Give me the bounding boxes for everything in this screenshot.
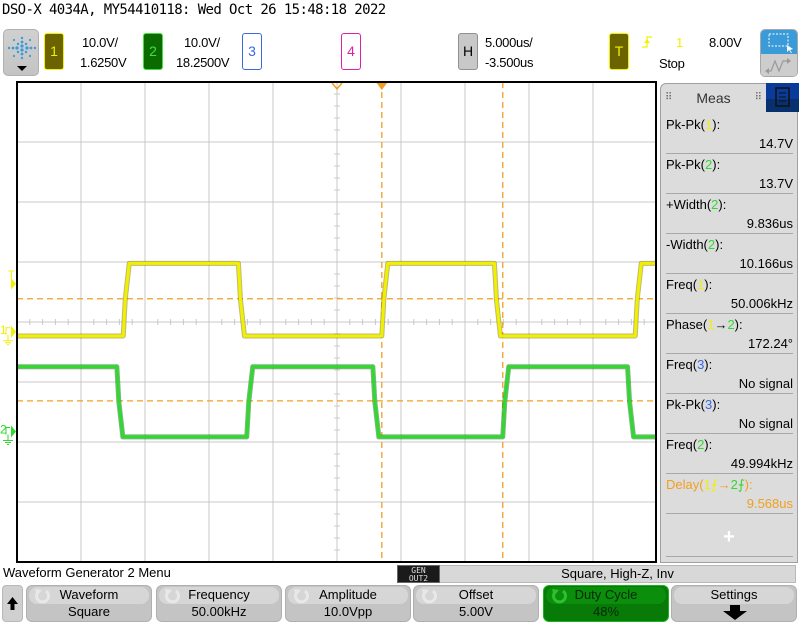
- measurement-label: Freq(3):: [666, 357, 712, 372]
- add-measurement-button[interactable]: +: [661, 526, 797, 549]
- graticule-border: [16, 81, 657, 563]
- measurement-label-suffix: ):: [734, 317, 743, 332]
- meas-tab-label: Meas: [696, 90, 731, 106]
- measurement-value: 9.568us: [746, 496, 793, 511]
- measurement-value: 9.836us: [746, 216, 793, 231]
- up-arrow-icon: [7, 597, 18, 610]
- measurement-label-suffix: ):: [712, 117, 721, 132]
- zoom-box-icon[interactable]: [761, 30, 797, 54]
- measurement-name: Freq(: [666, 277, 698, 292]
- down-arrow-icon: [723, 605, 747, 620]
- waveform-drag-icon[interactable]: [761, 54, 797, 76]
- measurements-panel: ⠿ Meas ⠿ Pk-Pk(1): 14.7V Pk-Pk(2): 13.7V +Wi…: [660, 83, 799, 563]
- softkey-waveform[interactable]: Waveform Square: [26, 585, 152, 622]
- measurement-label: Pk-Pk(2):: [666, 157, 720, 172]
- meas-tab[interactable]: ⠿ Meas ⠿: [661, 84, 766, 112]
- measurement-label: Pk-Pk(3):: [666, 397, 720, 412]
- measurement-label-suffix: ):: [712, 157, 721, 172]
- arrow-icon: →: [714, 317, 728, 332]
- measurement-name: Freq(: [666, 357, 698, 372]
- menu-up-button[interactable]: [2, 585, 23, 622]
- measurement-name: Pk-Pk(: [666, 397, 705, 412]
- measurement-item[interactable]: Freq(3): No signal: [666, 354, 793, 394]
- measurement-value: 172.24°: [748, 336, 793, 351]
- measurement-name: Phase(: [666, 317, 708, 332]
- softkey-label: Settings: [710, 587, 758, 602]
- trigger-level: 8.00V: [709, 35, 742, 50]
- measurement-label-suffix: ):: [704, 277, 713, 292]
- measurement-value: 10.166us: [739, 256, 794, 271]
- measurement-label: +Width(2):: [666, 197, 726, 212]
- meas-menu-tab[interactable]: [766, 83, 799, 112]
- menu-title: Waveform Generator 2 Menu: [3, 565, 171, 580]
- arrow-icon: →: [717, 477, 731, 492]
- softkey-amplitude[interactable]: Amplitude 10.0Vpp: [285, 585, 411, 622]
- measurement-label-suffix: ):: [704, 437, 713, 452]
- measurement-label-suffix: ):: [715, 237, 724, 252]
- softkey-label: Frequency: [188, 587, 250, 602]
- measurement-label: Delay(1⨍→2⨍):: [666, 477, 753, 493]
- divider: [666, 556, 793, 557]
- measurement-value: 49.994kHz: [730, 456, 793, 471]
- measurement-name: Freq(: [666, 437, 698, 452]
- measurement-label-suffix: ):: [744, 477, 753, 492]
- drag-handle-icon[interactable]: ⠿: [755, 84, 762, 112]
- generator-status: Square, High-Z, Inv: [440, 565, 796, 583]
- softkey-value: Square: [68, 604, 110, 619]
- measurement-item[interactable]: Pk-Pk(3): No signal: [666, 394, 793, 434]
- measurement-name: Pk-Pk(: [666, 157, 705, 172]
- measurement-name: -Width(: [666, 237, 708, 252]
- measurement-label: Phase(1→2):: [666, 317, 743, 332]
- softkey-label: Amplitude: [319, 587, 377, 602]
- gen-out2-badge: GEN OUT2: [397, 565, 440, 583]
- softkey-value: 10.0Vpp: [323, 604, 373, 619]
- trigger-source: 1: [676, 35, 683, 50]
- softkey-value: 48%: [592, 604, 620, 619]
- measurement-label-suffix: ):: [712, 397, 721, 412]
- measurement-label: -Width(2):: [666, 237, 723, 252]
- measurement-item[interactable]: Phase(1→2): 172.24°: [666, 314, 793, 354]
- softkey-frequency[interactable]: Frequency 50.00kHz: [156, 585, 282, 622]
- acquisition-state: Stop: [659, 56, 685, 71]
- softkey-duty-cycle[interactable]: Duty Cycle 48%: [543, 585, 669, 622]
- measurement-item[interactable]: Delay(1⨍→2⨍): 9.568us: [666, 474, 793, 514]
- measurement-label: Freq(1):: [666, 277, 712, 292]
- measurement-value: No signal: [738, 376, 793, 391]
- measurement-item[interactable]: Freq(2): 49.994kHz: [666, 434, 793, 474]
- softkey-value: 5.00V: [459, 604, 493, 619]
- measurement-value: 50.006kHz: [730, 296, 793, 311]
- measurement-value: 13.7V: [759, 176, 793, 191]
- touch-mode-button[interactable]: [760, 29, 798, 77]
- measurement-label: Pk-Pk(1):: [666, 117, 720, 132]
- channel-number: 2: [727, 317, 735, 332]
- channel-number: 2: [730, 477, 738, 492]
- measurement-item[interactable]: Pk-Pk(2): 13.7V: [666, 154, 793, 194]
- measurement-item[interactable]: Pk-Pk(1): 14.7V: [666, 114, 793, 154]
- softkey-label: Offset: [458, 587, 494, 602]
- measurement-item[interactable]: Freq(1): 50.006kHz: [666, 274, 793, 314]
- measurement-label: Freq(2):: [666, 437, 712, 452]
- softkey-label: Duty Cycle: [574, 587, 638, 602]
- measurement-item[interactable]: +Width(2): 9.836us: [666, 194, 793, 234]
- channel-number: 1: [703, 477, 711, 492]
- measurement-value: 14.7V: [759, 136, 793, 151]
- measurement-name: Pk-Pk(: [666, 117, 705, 132]
- measurement-name: Delay(: [666, 477, 704, 492]
- drag-handle-icon[interactable]: ⠿: [665, 84, 672, 112]
- measurement-item[interactable]: -Width(2): 10.166us: [666, 234, 793, 274]
- softkey-value: 50.00kHz: [191, 604, 247, 619]
- menu-list-icon: [775, 87, 790, 107]
- softkey-offset[interactable]: Offset 5.00V: [413, 585, 539, 622]
- measurement-label-suffix: ):: [718, 197, 727, 212]
- rising-edge-icon: ⨍: [737, 477, 745, 492]
- measurement-label-suffix: ):: [704, 357, 713, 372]
- softkey-label: Waveform: [59, 587, 119, 602]
- measurement-value: No signal: [738, 416, 793, 431]
- softkey-settings[interactable]: Settings: [671, 585, 797, 622]
- rising-edge-icon: ⨍: [710, 477, 718, 492]
- gen-out-label: OUT2: [408, 574, 429, 583]
- measurement-name: +Width(: [666, 197, 712, 212]
